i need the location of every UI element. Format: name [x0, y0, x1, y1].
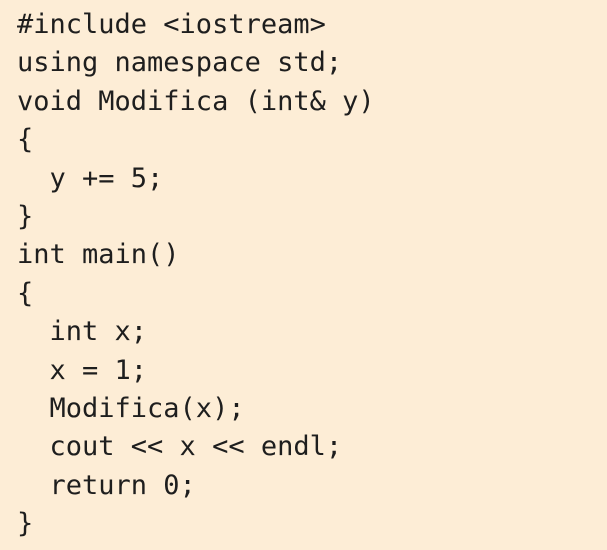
- code-line-7: int main(): [17, 239, 180, 271]
- code-line-2: using namespace std;: [17, 47, 343, 79]
- code-line-8: {: [17, 277, 34, 309]
- code-line-10: x = 1;: [17, 354, 148, 386]
- code-line-3: void Modifica (int& y): [17, 85, 375, 117]
- code-line-6: }: [17, 200, 34, 232]
- code-line-4: {: [17, 124, 34, 156]
- code-line-11: Modifica(x);: [17, 392, 245, 424]
- code-line-12: cout << x << endl;: [17, 431, 343, 463]
- code-line-13: return 0;: [17, 469, 196, 501]
- code-line-14: }: [17, 508, 34, 540]
- code-line-5: y += 5;: [17, 162, 164, 194]
- code-line-1: #include <iostream>: [17, 9, 326, 40]
- code-listing: #include <iostream> using namespace std;…: [0, 0, 607, 550]
- code-line-9: int x;: [17, 316, 148, 348]
